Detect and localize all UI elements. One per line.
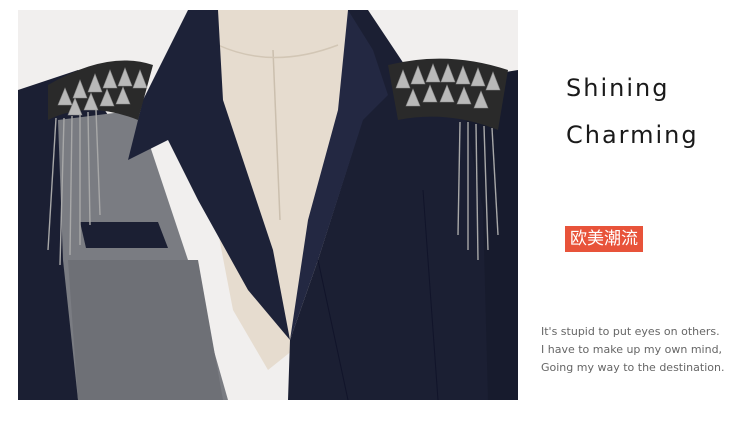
caption-line: Going my way to the destination. (541, 361, 725, 374)
product-banner: Shining Charming 欧美潮流 It's stupid to put… (0, 0, 733, 435)
style-badge: 欧美潮流 (565, 226, 643, 252)
caption-line: I have to make up my own mind, (541, 343, 723, 356)
headline-line-1: Shining (566, 74, 670, 102)
product-photo (18, 10, 518, 400)
caption-line: It's stupid to put eyes on others. (541, 325, 720, 338)
caption-text: It's stupid to put eyes on others. I hav… (541, 323, 724, 377)
headline-line-2: Charming (566, 121, 699, 149)
